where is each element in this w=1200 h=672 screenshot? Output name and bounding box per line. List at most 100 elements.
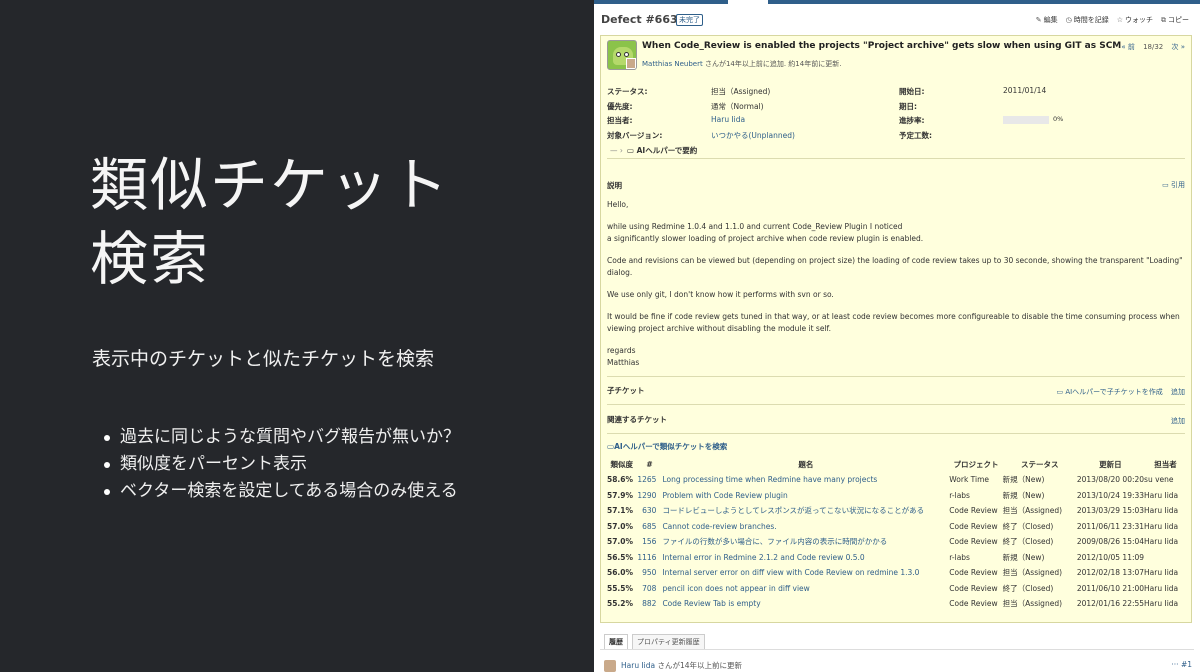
- copy-button[interactable]: ⧉ コピー: [1161, 15, 1189, 25]
- subtasks-title: 子チケット: [607, 386, 645, 395]
- issue-number-link[interactable]: 685: [637, 519, 663, 535]
- log-time-button[interactable]: ◷ 時間を記録: [1066, 15, 1109, 25]
- author-avatar: [607, 40, 637, 70]
- journal-meta: さんが14年以上前に更新: [655, 661, 743, 670]
- ai-summary-label: AIヘルパーで要約: [636, 146, 698, 155]
- issue-status: 終了（Closed): [1002, 537, 1054, 547]
- slide-title: 類似チケット 検索: [90, 148, 450, 296]
- add-relation-link[interactable]: 追加: [1171, 416, 1185, 426]
- prev-link[interactable]: « 前: [1121, 43, 1135, 51]
- clock-icon: ◷: [1065, 16, 1072, 24]
- issue-number-link[interactable]: 882: [637, 596, 663, 612]
- assignee-name: Haru Iida: [1144, 490, 1179, 500]
- tab-property-changes[interactable]: プロパティ更新履歴: [632, 634, 705, 650]
- similarity-score: 55.5%: [607, 583, 634, 593]
- column-header: プロジェクト: [953, 460, 999, 469]
- updated-at: 2012/10/05 11:09: [1076, 552, 1145, 562]
- subtasks-actions: ▭ AIヘルパーで子チケットを作成 追加: [1056, 387, 1185, 397]
- assignee-label: 担当者:: [607, 116, 633, 125]
- project-name: Work Time: [949, 475, 990, 485]
- quote-icon: ▭: [1162, 181, 1171, 189]
- copy-label: コピー: [1168, 16, 1189, 24]
- watch-button[interactable]: ☆ ウォッチ: [1117, 15, 1153, 25]
- issue-author-line: Matthias Neubert さんが14年以上前に追加. 約14年前に更新.: [642, 59, 841, 69]
- assignee-name: Haru Iida: [1144, 521, 1179, 531]
- similarity-score: 56.0%: [607, 568, 634, 578]
- ai-similar-search-button[interactable]: ▭AIヘルパーで類似チケットを検索: [607, 441, 727, 452]
- assignee-name: Haru Iida: [1144, 537, 1179, 547]
- assignee-name: [1144, 550, 1187, 566]
- issue-subject-link[interactable]: ファイルの行数が多い場合に、ファイル内容の表示に時間がかかる: [662, 534, 949, 550]
- issue-status: 担当（Assigned): [1002, 568, 1063, 578]
- issue-number-link[interactable]: 1290: [637, 488, 663, 504]
- add-subtask-link[interactable]: 追加: [1171, 388, 1185, 396]
- issue-number-link[interactable]: 1116: [637, 550, 663, 566]
- issue-status: 担当（Assigned): [1002, 599, 1063, 609]
- journal-actions[interactable]: ··· #1: [1171, 660, 1192, 669]
- updated-at: 2012/02/18 13:07: [1076, 568, 1145, 578]
- issue-nav: « 前 18/32 次 »: [1115, 42, 1185, 52]
- divider: [607, 404, 1185, 405]
- issue-status: 新規（New): [1002, 475, 1045, 485]
- version-link[interactable]: いつかやる(Unplanned): [711, 130, 795, 141]
- description-line: while using Redmine 1.0.4 and 1.1.0 and …: [607, 222, 903, 231]
- issue-subject-link[interactable]: Internal server error on diff view with …: [662, 565, 949, 581]
- ai-similar-label: AIヘルパーで類似チケットを検索: [614, 442, 728, 451]
- tab-history[interactable]: 履歴: [604, 634, 628, 650]
- issue-subject-link[interactable]: pencil icon does not appear in diff view: [662, 581, 949, 597]
- quote-button[interactable]: ▭ 引用: [1162, 180, 1185, 190]
- slide-title-line2: 検索: [90, 225, 211, 293]
- issue-subject-link[interactable]: Long processing time when Redmine have m…: [662, 472, 949, 488]
- author-link[interactable]: Matthias Neubert: [642, 60, 703, 68]
- project-name: r-labs: [949, 490, 970, 500]
- column-header: 更新日: [1099, 460, 1122, 469]
- slide-bullet: ベクター検索を設定してある場合のみ使える: [104, 478, 460, 505]
- quote-label: 引用: [1171, 181, 1185, 189]
- description-line: dialog.: [607, 268, 633, 277]
- slide-subtitle: 表示中のチケットと似たチケットを検索: [92, 348, 435, 370]
- description-line: regards: [607, 346, 636, 355]
- slide-title-line1: 類似チケット: [90, 151, 451, 219]
- description-line: Code and revisions can be viewed but (de…: [607, 256, 1183, 265]
- issue-number-link[interactable]: 156: [637, 534, 663, 550]
- table-row: 55.2% 882 Code Review Tab is empty Code Rev…: [607, 596, 1187, 612]
- issue-number-link[interactable]: 950: [637, 565, 663, 581]
- assignee-name: Haru Iida: [1144, 506, 1179, 516]
- next-link[interactable]: 次 »: [1171, 43, 1185, 51]
- ai-subtask-button[interactable]: ▭ AIヘルパーで子チケットを作成: [1056, 388, 1162, 396]
- slide-bullet: 過去に同じような質問やバグ報告が無いか？: [104, 424, 460, 451]
- similarity-score: 56.5%: [607, 552, 634, 562]
- issue-status: 終了（Closed): [1002, 583, 1054, 593]
- issue-number-link[interactable]: 630: [637, 503, 663, 519]
- issue-subject-link[interactable]: コードレビューしようとしてレスポンスが返ってこない状況になることがある: [662, 503, 949, 519]
- issue-status: 新規（New): [1002, 552, 1045, 562]
- updated-at: 2013/03/29 15:03: [1076, 506, 1145, 516]
- edit-button[interactable]: ✎ 編集: [1036, 15, 1058, 25]
- updated-at: 2013/08/20 00:20: [1076, 475, 1145, 485]
- author-meta: さんが14年以上前に追加. 約14年前に更新.: [702, 60, 842, 68]
- issue-subject: When Code_Review is enabled the projects…: [642, 41, 1122, 51]
- issue-subject-link[interactable]: Cannot code-review branches.: [662, 519, 949, 535]
- issue-number-link[interactable]: 1265: [637, 472, 663, 488]
- assignee-name: Haru Iida: [1144, 583, 1179, 593]
- updated-at: 2009/08/26 15:04: [1076, 537, 1145, 547]
- issue-subject-link[interactable]: Internal error in Redmine 2.1.2 and Code…: [662, 550, 949, 566]
- description-line: a significantly slower loading of projec…: [607, 234, 924, 243]
- related-title: 関連するチケット: [607, 415, 667, 424]
- journal-user-link[interactable]: Haru Iida: [621, 661, 655, 670]
- similarity-score: 55.2%: [607, 599, 634, 609]
- issue-details: When Code_Review is enabled the projects…: [600, 35, 1192, 623]
- active-tab-indicator: [728, 0, 768, 4]
- divider: [607, 158, 1185, 159]
- project-name: Code Review: [949, 506, 998, 516]
- ai-summary-toggle[interactable]: — › ▭ AIヘルパーで要約: [610, 145, 697, 156]
- issue-subject-link[interactable]: Code Review Tab is empty: [662, 596, 949, 612]
- watch-label: ウォッチ: [1125, 16, 1153, 24]
- assignee-link[interactable]: Haru Iida: [711, 115, 745, 124]
- issue-number-link[interactable]: 708: [637, 581, 663, 597]
- table-row: 57.9% 1290 Problem with Code Review plugin…: [607, 488, 1187, 504]
- column-header: ステータス: [1020, 460, 1059, 469]
- updated-at: 2012/01/16 22:55: [1076, 599, 1145, 609]
- progress-label: 進捗率:: [899, 116, 925, 125]
- issue-subject-link[interactable]: Problem with Code Review plugin: [662, 488, 949, 504]
